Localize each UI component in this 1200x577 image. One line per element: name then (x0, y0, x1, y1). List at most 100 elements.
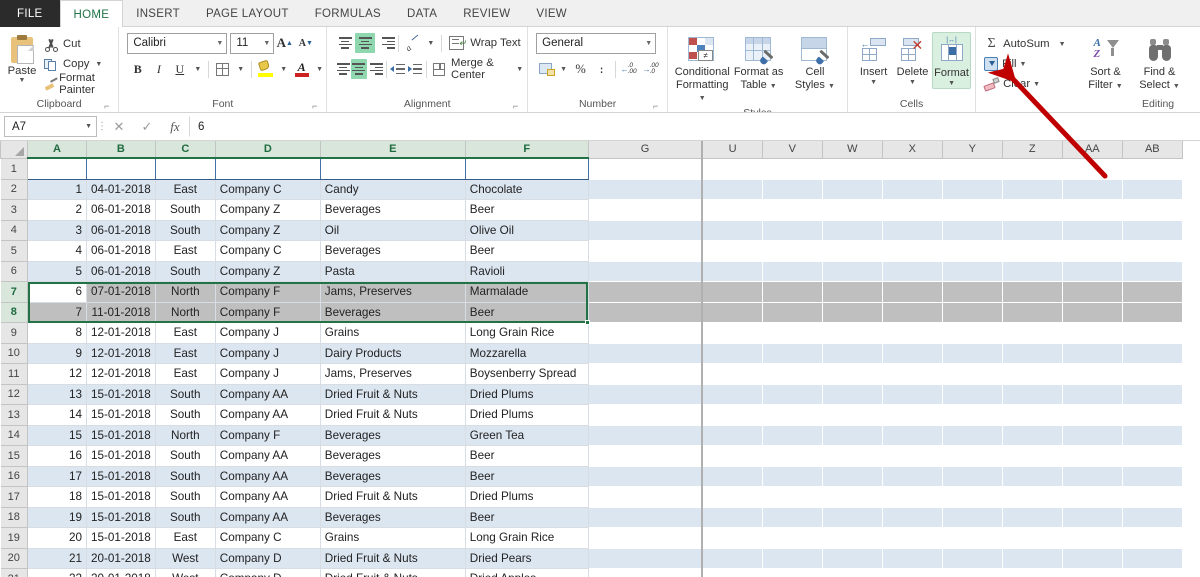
cell-Z15[interactable] (1002, 445, 1063, 467)
font-color-button[interactable]: A (291, 59, 312, 80)
cell-Y20[interactable] (942, 548, 1003, 569)
cell-V8[interactable] (762, 302, 823, 323)
cell-Y7[interactable] (942, 281, 1003, 303)
cell-D10[interactable]: Company J (215, 343, 321, 364)
cell-V5[interactable] (762, 240, 823, 262)
cell-A15[interactable]: 16 (27, 445, 87, 467)
cell-B9[interactable]: 12-01-2018 (86, 322, 156, 344)
cell-AB2[interactable] (1122, 179, 1183, 200)
cell-E15[interactable]: Beverages (320, 445, 466, 467)
chevron-down-icon[interactable]: ▼ (95, 61, 102, 68)
cell-D18[interactable]: Company AA (215, 507, 321, 528)
cell-G2[interactable] (588, 179, 703, 200)
cell-E19[interactable]: Grains (320, 527, 466, 549)
accounting-format-button[interactable] (536, 59, 557, 80)
cell-D13[interactable]: Company AA (215, 404, 321, 426)
cell-E6[interactable]: Pasta (320, 261, 466, 282)
cell-W6[interactable] (822, 261, 883, 282)
cell-AA4[interactable] (1062, 220, 1123, 241)
cell-AB7[interactable] (1122, 281, 1183, 303)
copy-button[interactable]: Copy ▼ (44, 54, 114, 74)
cell-G9[interactable] (588, 322, 703, 344)
chevron-down-icon[interactable]: ▼ (1020, 61, 1027, 68)
cell-A16[interactable]: 17 (27, 466, 87, 487)
cell-AB14[interactable] (1122, 425, 1183, 446)
cell-Z17[interactable] (1002, 486, 1063, 508)
cell-V13[interactable] (762, 404, 823, 426)
cell-Y13[interactable] (942, 404, 1003, 426)
cell-X7[interactable] (882, 281, 943, 303)
cell-W20[interactable] (822, 548, 883, 569)
cell-X21[interactable] (882, 568, 943, 577)
cell-C9[interactable]: East (155, 322, 216, 344)
column-header-Z[interactable]: Z (1001, 141, 1063, 159)
cell-U5[interactable] (701, 240, 763, 262)
row-header-2[interactable]: 2 (0, 178, 28, 200)
cell-U14[interactable] (701, 425, 763, 446)
cell-W14[interactable] (822, 425, 883, 446)
cell-W15[interactable] (822, 445, 883, 467)
cell-U8[interactable] (701, 302, 763, 323)
name-box[interactable]: A7 ▼ (4, 116, 97, 137)
cell-A11[interactable]: 12 (27, 363, 87, 385)
cell-C5[interactable]: East (155, 240, 216, 262)
column-header-E[interactable]: E (319, 141, 466, 159)
cell-Z1[interactable] (1002, 158, 1063, 180)
cell-E16[interactable]: Beverages (320, 466, 466, 487)
cell-D15[interactable]: Company AA (215, 445, 321, 467)
cell-F8[interactable]: Beer (465, 302, 589, 323)
cell-Z11[interactable] (1002, 363, 1063, 385)
cell-AB16[interactable] (1122, 466, 1183, 487)
table-row[interactable]: 20 21 20-01-2018 West Company D Dried Fruit &… (0, 547, 1183, 569)
cell-D14[interactable]: Company F (215, 425, 321, 446)
cell-Z19[interactable] (1002, 527, 1063, 549)
cell-G12[interactable] (588, 384, 703, 405)
cell-D11[interactable]: Company J (215, 363, 321, 385)
cell-Z9[interactable] (1002, 322, 1063, 344)
cell-W9[interactable] (822, 322, 883, 344)
cell-AA18[interactable] (1062, 507, 1123, 528)
fill-handle[interactable] (585, 319, 591, 325)
table-row[interactable]: 3 2 06-01-2018 South Company Z Beverages Beer (0, 199, 1183, 221)
cell-Y9[interactable] (942, 322, 1003, 344)
chevron-down-icon[interactable]: ▼ (190, 66, 205, 73)
cell-AB20[interactable] (1122, 548, 1183, 569)
cut-button[interactable]: Cut (44, 34, 114, 54)
clipboard-dialog-launcher[interactable]: ⌐ (102, 102, 111, 111)
align-top-button[interactable] (335, 33, 355, 53)
cell-Z8[interactable] (1002, 302, 1063, 323)
table-row[interactable]: 4 3 06-01-2018 South Company Z Oil Olive Oil (0, 219, 1183, 241)
cell-B19[interactable]: 15-01-2018 (86, 527, 156, 549)
cell-B14[interactable]: 15-01-2018 (86, 425, 156, 446)
cell-W4[interactable] (822, 220, 883, 241)
cell-U4[interactable] (701, 220, 763, 241)
cell-E18[interactable]: Beverages (320, 507, 466, 528)
cell-V3[interactable] (762, 199, 823, 221)
chevron-down-icon[interactable]: ▼ (423, 40, 438, 47)
cell-D7[interactable]: Company F (215, 281, 321, 303)
cell-Z2[interactable] (1002, 179, 1063, 200)
cell-G19[interactable] (588, 527, 703, 549)
cell-Y11[interactable] (942, 363, 1003, 385)
cell-V11[interactable] (762, 363, 823, 385)
row-header-14[interactable]: 14 (0, 424, 28, 446)
increase-font-size-button[interactable]: A ▲ (274, 33, 295, 54)
cell-F19[interactable]: Long Grain Rice (465, 527, 589, 549)
cell-V21[interactable] (762, 568, 823, 577)
clear-button[interactable]: Clear ▼ (983, 74, 1065, 94)
cell-AB9[interactable] (1122, 322, 1183, 344)
cell-AA8[interactable] (1062, 302, 1123, 323)
table-row[interactable]: 2 1 04-01-2018 East Company C Candy Chocolate (0, 178, 1183, 200)
chevron-down-icon[interactable]: ▼ (85, 123, 92, 130)
cell-G20[interactable] (588, 548, 703, 569)
cell-A21[interactable]: 22 (27, 568, 87, 577)
cell-A9[interactable]: 8 (27, 322, 87, 344)
cell-Z7[interactable] (1002, 281, 1063, 303)
cell-AB17[interactable] (1122, 486, 1183, 508)
cell-B20[interactable]: 20-01-2018 (86, 548, 156, 569)
cell-C3[interactable]: South (155, 199, 216, 221)
cell-AB19[interactable] (1122, 527, 1183, 549)
cell-C16[interactable]: South (155, 466, 216, 487)
cell-D4[interactable]: Company Z (215, 220, 321, 241)
cell-W21[interactable] (822, 568, 883, 577)
